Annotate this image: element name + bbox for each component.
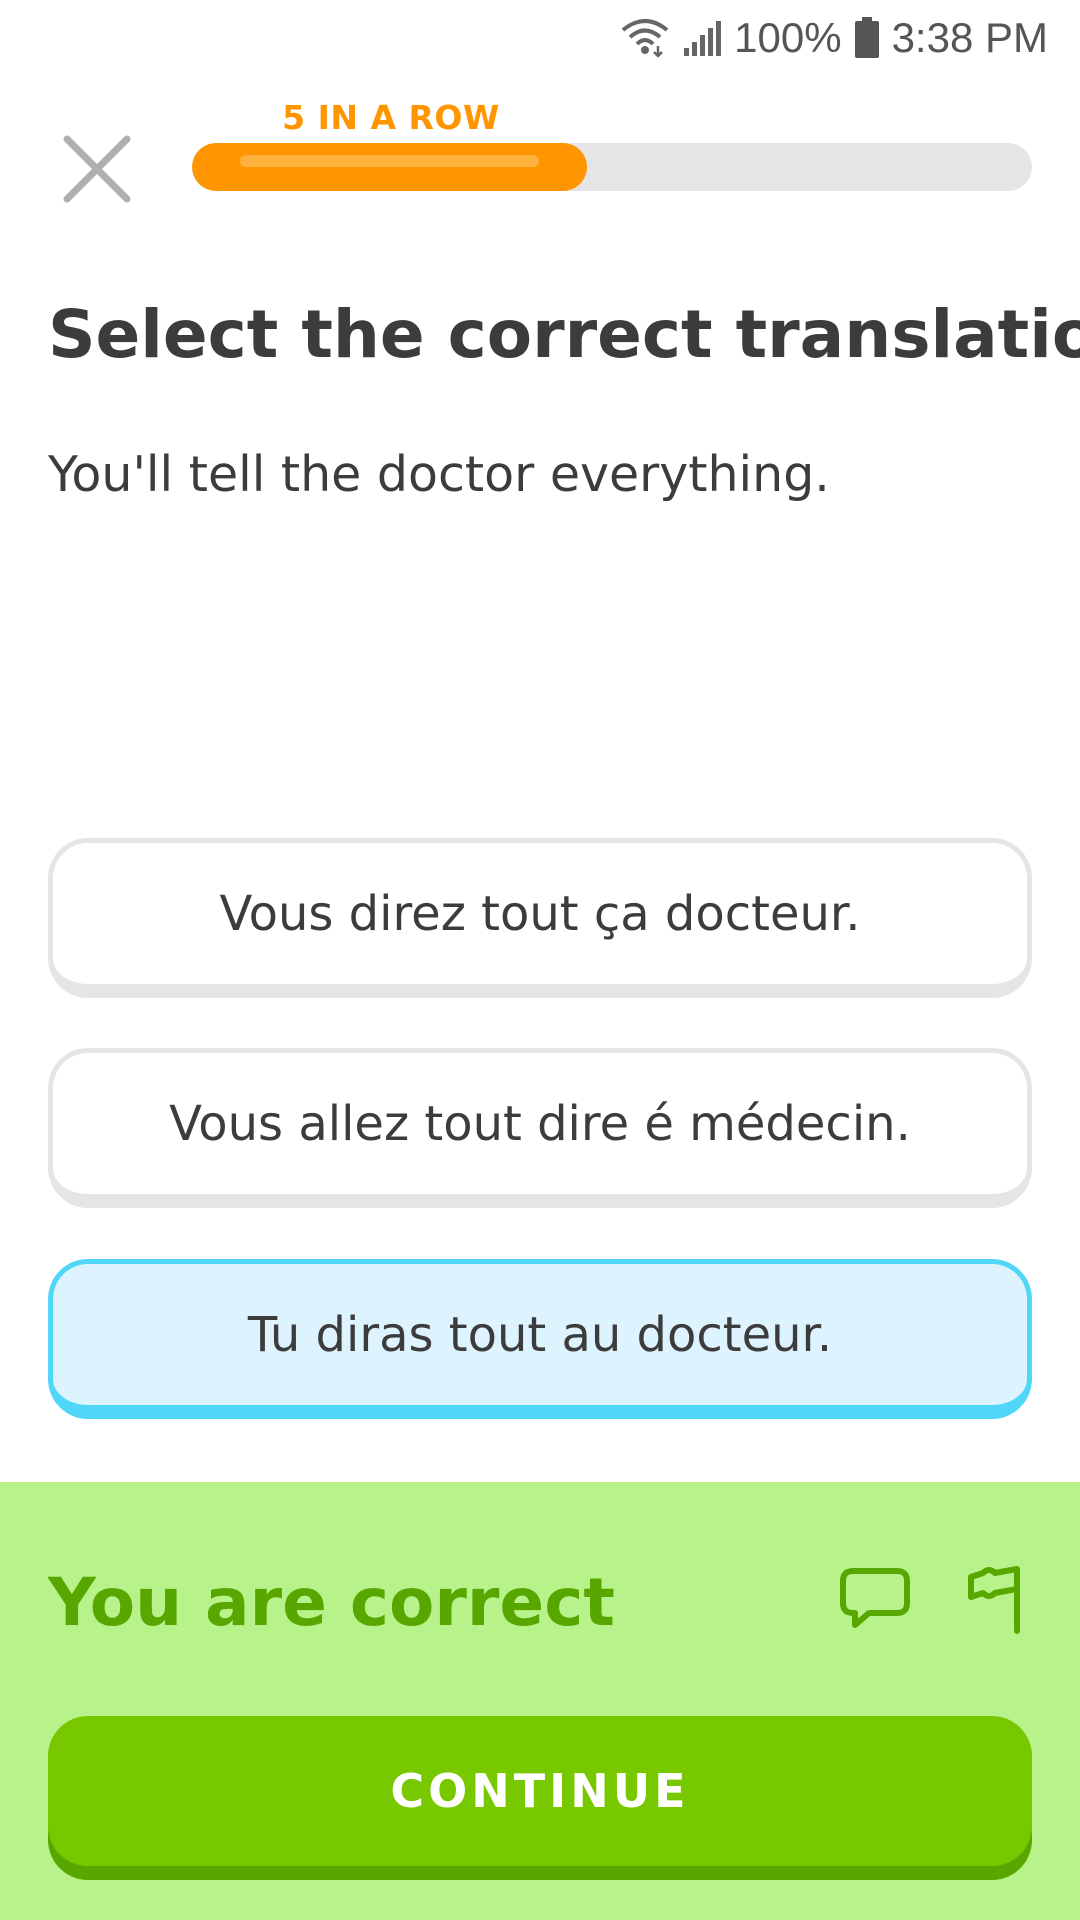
signal-icon: [682, 18, 722, 58]
report-button[interactable]: [952, 1554, 1042, 1644]
source-sentence: You'll tell the doctor everything.: [48, 446, 830, 503]
wifi-icon: [620, 18, 670, 58]
answer-option-3[interactable]: Tu diras tout au docteur.: [48, 1259, 1032, 1419]
streak-label: 5 IN A ROW: [282, 98, 500, 137]
answer-option-2[interactable]: Vous allez tout dire é médecin.: [48, 1048, 1032, 1208]
lesson-screen: 100% 3:38 PM 5 IN A ROW Select the corre…: [0, 0, 1080, 1920]
close-button[interactable]: [52, 124, 142, 214]
continue-button[interactable]: CONTINUE: [48, 1716, 1032, 1866]
comment-icon: [840, 1568, 910, 1628]
battery-text: 100%: [734, 14, 842, 61]
close-icon: [63, 135, 131, 203]
answer-option-1[interactable]: Vous direz tout ça docteur.: [48, 838, 1032, 998]
flag-icon: [968, 1566, 1020, 1634]
feedback-panel: You are correct CONTINUE: [0, 1482, 1080, 1920]
page-title: Select the correct translation: [48, 296, 1080, 373]
progress-fill: [192, 143, 587, 191]
battery-icon: [854, 17, 880, 59]
continue-label: CONTINUE: [390, 1764, 690, 1818]
progress-highlight: [240, 155, 539, 167]
answer-option-label: Vous allez tout dire é médecin.: [169, 1095, 911, 1152]
answer-option-label: Tu diras tout au docteur.: [247, 1306, 833, 1363]
lesson-progress-bar: [192, 143, 1032, 191]
answer-option-label: Vous direz tout ça docteur.: [219, 885, 861, 942]
status-bar: 100% 3:38 PM: [0, 0, 1080, 76]
clock: 3:38 PM: [891, 14, 1048, 61]
discuss-button[interactable]: [830, 1554, 920, 1644]
feedback-title: You are correct: [48, 1564, 615, 1641]
